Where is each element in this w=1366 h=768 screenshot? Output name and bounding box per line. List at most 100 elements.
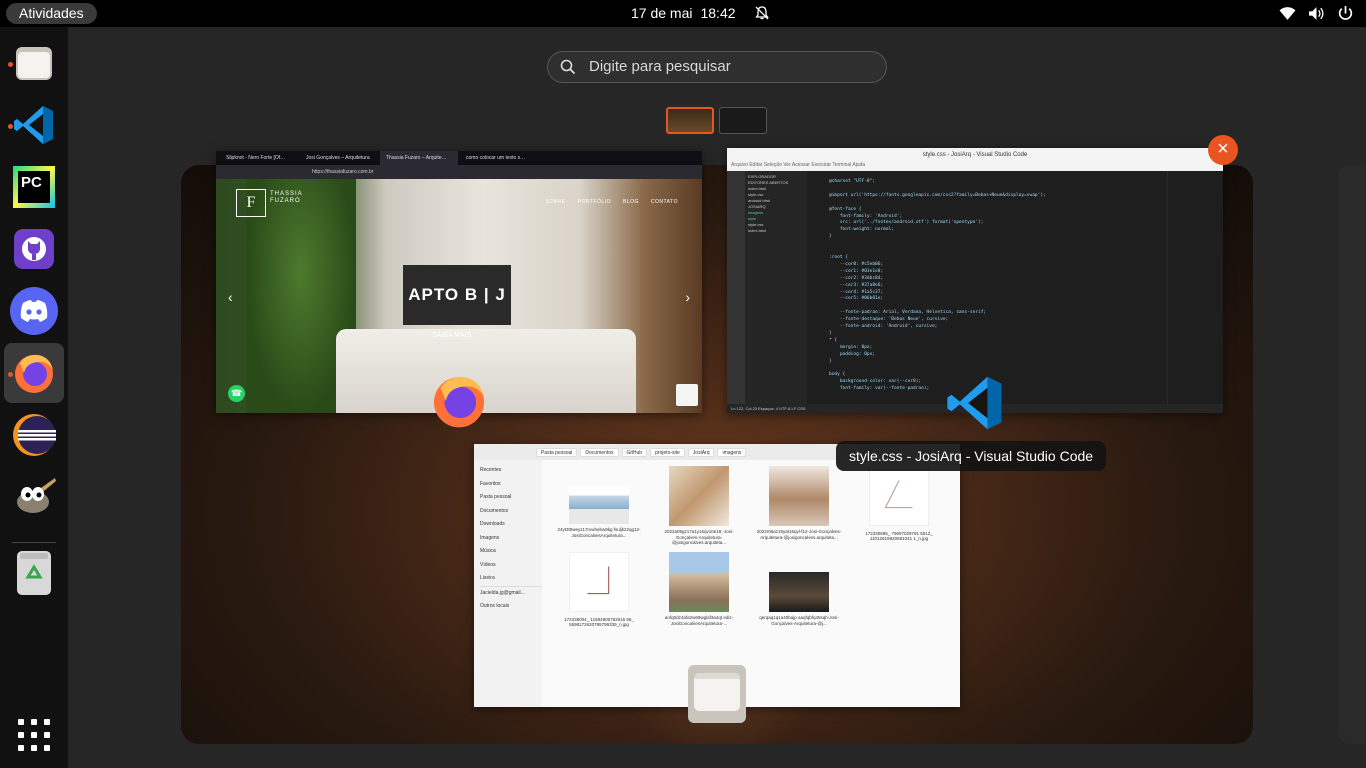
- close-window-button[interactable]: ×: [1208, 135, 1238, 165]
- file-name: 2022r06az19yat16qvl-f12-Josi-Gonçalves-A…: [756, 529, 842, 540]
- folder-shape: [694, 673, 740, 711]
- system-menu[interactable]: [1279, 5, 1354, 22]
- vscode-window-icon: [947, 376, 1002, 430]
- pycharm-label: PC: [18, 171, 50, 203]
- vscode-activity-bar[interactable]: [727, 171, 745, 404]
- show-applications-button[interactable]: [18, 719, 50, 751]
- dock: PC: [0, 27, 68, 768]
- dock-gimp[interactable]: [4, 467, 64, 527]
- workspace-thumbnail-1[interactable]: [666, 107, 714, 134]
- vscode-menu-bar[interactable]: Arquivo Editar Seleção Ver Acessar Execu…: [727, 162, 1223, 171]
- nav-link[interactable]: BLOG: [623, 199, 639, 205]
- breadcrumb[interactable]: Documentos: [580, 448, 619, 457]
- pycharm-icon: PC: [13, 166, 55, 208]
- file-name: 172330695_ 79697029791 5012_ 11012619820…: [865, 530, 933, 542]
- nav-link[interactable]: CONTATO: [651, 199, 678, 205]
- volume-icon: [1309, 7, 1324, 20]
- breadcrumb[interactable]: imagens: [717, 448, 747, 457]
- file-thumbnail: [769, 466, 829, 526]
- sidebar-item[interactable]: Jacielda.jg@gmail...: [480, 585, 542, 601]
- sidebar-item[interactable]: Favoritos: [480, 478, 542, 492]
- nav-link[interactable]: SOBRE: [546, 199, 566, 205]
- clock[interactable]: 17 de mai 18:42: [631, 5, 744, 21]
- files-icon: [16, 47, 52, 80]
- files-sidebar: Recentes Favoritos Pasta pessoal Documen…: [474, 460, 542, 707]
- hero-title: APTO B | J: [403, 265, 511, 325]
- running-indicator: [8, 372, 13, 377]
- brand-line: FUZARO: [270, 198, 301, 204]
- whatsapp-icon[interactable]: ☎: [228, 385, 245, 402]
- explorer-file[interactable]: index.html: [748, 228, 804, 234]
- file-item[interactable]: qerqaq1q1a40bajp aaqfqbfq45sqh-Josi-Gonç…: [754, 552, 844, 626]
- file-item[interactable]: 24yt3t0weyz17rvwhebw9kg fsuljk22qg12-Jos…: [554, 466, 644, 538]
- sidebar-item[interactable]: Outros locais: [480, 600, 542, 614]
- firefox-tab[interactable]: Josi Gonçalves – Arquitetura: [300, 151, 378, 165]
- gimp-icon: [17, 478, 56, 513]
- site-logo: F: [236, 189, 266, 217]
- file-thumbnail: [869, 466, 929, 526]
- running-indicator: [8, 62, 13, 67]
- file-name: 2022a09gz17a1y16qv10e18 -Josi-Gonçalves-…: [664, 529, 734, 545]
- dock-github[interactable]: [4, 219, 64, 279]
- firefox-tab-bar: Slipknot - Nero Forte [Of… Josi Gonçalve…: [216, 151, 702, 165]
- workspace-thumbnail-2[interactable]: [719, 107, 767, 134]
- sidebar-item[interactable]: Pasta pessoal: [480, 491, 542, 505]
- sidebar-item[interactable]: Recentes: [480, 464, 542, 478]
- site-brand: THASSIA FUZARO: [270, 191, 303, 205]
- chevron-left-icon[interactable]: ‹: [228, 289, 233, 305]
- chevron-right-icon[interactable]: ›: [685, 289, 690, 305]
- recaptcha-icon: [676, 384, 698, 406]
- firefox-window-icon: [433, 377, 485, 428]
- sidebar-item[interactable]: Vídeos: [480, 559, 542, 573]
- breadcrumb[interactable]: projeto-site: [650, 448, 685, 457]
- next-workspace-preview[interactable]: [1338, 165, 1366, 744]
- window-title-tooltip: style.css - JosiArq - Visual Studio Code: [836, 441, 1107, 471]
- trash-icon: [17, 551, 51, 595]
- firefox-url-bar[interactable]: https://thassiafuzaro.com.br: [216, 165, 702, 179]
- breadcrumb[interactable]: GitHub: [621, 448, 648, 457]
- activities-button[interactable]: Atividades: [6, 3, 97, 24]
- clock-date: 17 de mai: [631, 5, 693, 21]
- firefox-tab[interactable]: como colocar um texto s…: [460, 151, 538, 165]
- file-item[interactable]: 2022a09gz17a1y16qv10e18 -Josi-Gonçalves-…: [654, 466, 744, 546]
- file-item[interactable]: aofq0dz4afa2w69wglaf3a4qt ediz-JosiGonca…: [654, 552, 744, 626]
- dock-discord[interactable]: [4, 281, 64, 341]
- dock-files[interactable]: [4, 33, 64, 93]
- file-item[interactable]: 172338004_ 11684906782916 59_ 5598172620…: [554, 552, 644, 628]
- dock-firefox[interactable]: [4, 343, 64, 403]
- file-item[interactable]: 2022r06az19yat16qvl-f12-Josi-Gonçalves-A…: [754, 466, 844, 540]
- vscode-title: style.css - JosiArq - Visual Studio Code: [727, 148, 1223, 162]
- search-input[interactable]: Digite para pesquisar: [547, 51, 887, 83]
- firefox-icon: [15, 354, 53, 393]
- file-name: 24yt3t0weyz17rvwhebw9kg fsuljk22qg12-Jos…: [557, 527, 641, 538]
- power-icon: [1338, 6, 1353, 20]
- running-indicator: [8, 124, 13, 129]
- firefox-tab-active[interactable]: Thassia Fuzaro – Arquite…: [380, 151, 458, 165]
- file-name: 172338004_ 11684906782916 59_ 5598172620…: [564, 616, 634, 628]
- dock-trash[interactable]: [4, 543, 64, 603]
- dock-vscode[interactable]: [4, 95, 64, 155]
- breadcrumb[interactable]: Pasta pessoal: [536, 448, 578, 457]
- sidebar-item[interactable]: Documentos: [480, 505, 542, 519]
- sidebar-item[interactable]: Lixeira: [480, 572, 542, 586]
- nav-link[interactable]: PORTFÓLIO: [578, 199, 611, 205]
- sidebar-item[interactable]: Música: [480, 545, 542, 559]
- discord-icon: [10, 287, 58, 335]
- file-thumbnail: [769, 572, 829, 612]
- file-item[interactable]: 172330695_ 79697029791 5012_ 11012619820…: [854, 466, 944, 542]
- firefox-tab[interactable]: Slipknot - Nero Forte [Of…: [220, 151, 298, 165]
- sidebar-item[interactable]: Downloads: [480, 518, 542, 532]
- sidebar-item[interactable]: Imagens: [480, 532, 542, 546]
- search-placeholder: Digite para pesquisar: [589, 58, 731, 75]
- top-bar: Atividades 17 de mai 18:42: [0, 0, 1366, 27]
- dock-pycharm[interactable]: PC: [4, 157, 64, 217]
- hero-link[interactable]: SAIBA MAIS: [432, 332, 471, 339]
- breadcrumb[interactable]: JosiArq: [687, 448, 715, 457]
- vscode-editor[interactable]: @charset "UTF-8"; @import url('https://f…: [807, 171, 1167, 404]
- eclipse-icon: [13, 414, 56, 456]
- site-nav: SOBRE PORTFÓLIO BLOG CONTATO: [546, 199, 678, 205]
- file-name: aofq0dz4afa2w69wglaf3a4qt ediz-JosiGonca…: [664, 615, 734, 626]
- file-thumbnail: [669, 466, 729, 526]
- dock-eclipse[interactable]: [4, 405, 64, 465]
- vscode-explorer[interactable]: EXPLORADOR EDITORES ABERTOS index.html s…: [745, 171, 807, 404]
